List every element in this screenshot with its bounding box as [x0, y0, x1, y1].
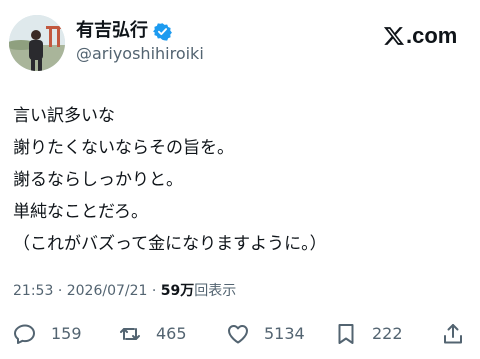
meta-separator: · [57, 283, 63, 299]
retweet-icon [118, 322, 142, 346]
avatar[interactable] [9, 15, 65, 71]
author-name-row[interactable]: 有吉弘行 [76, 20, 172, 42]
meta-separator: · [151, 283, 157, 299]
views-label: 回表示 [194, 283, 237, 299]
author-handle[interactable]: @ariyoshihiroiki [76, 44, 204, 64]
tweet-line: 単純なことだろ。 [13, 202, 148, 222]
tweet-line: （これがバズって金になりますように。） [13, 234, 327, 254]
tweet-line: 言い訳多いな [13, 106, 115, 126]
retweet-button[interactable]: 465 [118, 317, 187, 351]
tweet-meta: 21:53 · 2026/07/21 · 59万回表示 [13, 281, 236, 301]
tweet-line: 謝りたくないならその旨を。 [13, 138, 234, 158]
heart-icon [226, 322, 250, 346]
retweet-count: 465 [156, 324, 187, 343]
brand-text: .com [406, 23, 458, 48]
reply-button[interactable]: 159 [13, 317, 82, 351]
brand-logo: .com [383, 24, 457, 48]
author-display-name[interactable]: 有吉弘行 [76, 20, 148, 42]
like-count: 5134 [264, 324, 305, 343]
share-icon [441, 322, 465, 346]
tweet-line: 謝るならしっかりと。 [13, 170, 183, 190]
views-count[interactable]: 59万 [161, 283, 194, 299]
action-bar: 159 465 5134 222 [0, 317, 480, 351]
verified-badge-icon [153, 22, 172, 41]
like-button[interactable]: 5134 [226, 317, 305, 351]
profile-photo [9, 15, 65, 71]
x-logo-icon [383, 25, 405, 47]
reply-icon [13, 322, 37, 346]
bookmark-button[interactable]: 222 [334, 317, 403, 351]
bookmark-icon [334, 322, 358, 346]
share-button[interactable] [441, 317, 465, 351]
tweet-date[interactable]: 2026/07/21 [67, 283, 148, 299]
bookmark-count: 222 [372, 324, 403, 343]
tweet-time[interactable]: 21:53 [13, 283, 53, 299]
reply-count: 159 [51, 324, 82, 343]
tweet-body: 言い訳多いな 謝りたくないならその旨を。 謝るならしっかりと。 単純なことだろ。… [13, 100, 327, 260]
